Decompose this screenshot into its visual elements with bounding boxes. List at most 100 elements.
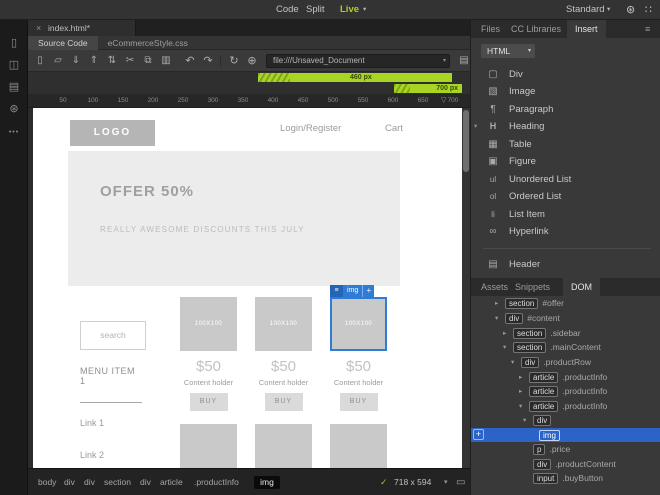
dom-node-p-price[interactable]: p .price <box>471 442 660 456</box>
add-element-icon[interactable]: + <box>362 285 375 297</box>
layers-icon[interactable]: ▤ <box>0 80 28 94</box>
search-input[interactable]: search <box>80 321 146 350</box>
dom-node-div[interactable]: ▾ div <box>471 413 660 427</box>
close-icon[interactable]: × <box>36 20 41 36</box>
tab-cc-libraries[interactable]: CC Libraries <box>511 20 561 38</box>
pages-icon[interactable]: ▯ <box>0 36 28 50</box>
insert-item-list-item[interactable]: li List Item <box>471 206 660 223</box>
workspace-dropdown[interactable]: Standard <box>566 0 605 20</box>
tag-article[interactable]: article <box>160 469 183 495</box>
media-query-triangle-icon[interactable]: ▽ <box>441 94 446 108</box>
chevron-right-icon[interactable]: ▾ <box>474 118 477 135</box>
window-size-value[interactable]: 718 x 594 <box>394 469 431 495</box>
lint-check-icon[interactable]: ✓ <box>380 469 388 495</box>
dom-node-article-productinfo[interactable]: ▸ article .productInfo <box>471 384 660 398</box>
product-image-placeholder[interactable] <box>255 424 312 468</box>
insert-item-table[interactable]: ▦ Table <box>471 136 660 153</box>
save-icon[interactable]: ⇓ <box>68 50 84 72</box>
tag-div[interactable]: div <box>140 469 151 495</box>
window-size-caret-icon[interactable]: ▾ <box>444 469 448 495</box>
view-mode-code[interactable]: Code <box>276 0 299 20</box>
live-view-canvas[interactable]: LOGO Login/Register Cart OFFER 50% REALL… <box>33 108 462 468</box>
dom-node-input-buybutton[interactable]: input .buyButton <box>471 471 660 485</box>
view-mode-split[interactable]: Split <box>306 0 324 20</box>
url-bar[interactable]: file:///Unsaved_Document ▾ <box>266 54 450 68</box>
sync-icon[interactable]: ⇅ <box>104 50 120 72</box>
tab-assets[interactable]: Assets <box>481 278 508 296</box>
scrollbar-thumb[interactable] <box>463 110 469 172</box>
more-tools-icon[interactable]: ••• <box>0 126 28 140</box>
insert-item-hyperlink[interactable]: ∞ Hyperlink <box>471 223 660 240</box>
tab-dom[interactable]: DOM <box>563 278 600 296</box>
page-logo[interactable]: LOGO <box>70 120 155 146</box>
product-image-placeholder[interactable] <box>180 424 237 468</box>
undo-icon[interactable]: ↶ <box>182 50 198 72</box>
offer-banner[interactable]: OFFER 50% REALLY AWESOME DISCOUNTS THIS … <box>68 151 400 286</box>
tag-body[interactable]: body <box>38 469 56 495</box>
tab-files[interactable]: Files <box>481 20 500 38</box>
chevron-down-icon[interactable]: ▾ <box>511 358 521 366</box>
workspace-grid-icon[interactable]: ∷ <box>645 0 652 20</box>
related-file-css[interactable]: eCommerceStyle.css <box>98 36 198 50</box>
live-mode-caret-icon[interactable]: ▾ <box>363 0 366 20</box>
product-image-placeholder[interactable]: 100X100 <box>180 297 237 351</box>
insert-item-ordered-list[interactable]: ol Ordered List <box>471 188 660 205</box>
chevron-right-icon[interactable]: ▸ <box>519 387 529 395</box>
insert-item-header[interactable]: ▤ Header <box>471 256 660 273</box>
add-element-icon[interactable]: + <box>473 429 484 440</box>
product-image-placeholder[interactable]: 100X100 <box>255 297 312 351</box>
selected-product-image[interactable]: 100X100 <box>330 297 387 351</box>
insert-item-div[interactable]: ▢ Div <box>471 66 660 83</box>
insert-item-image[interactable]: ▧ Image <box>471 83 660 100</box>
chevron-right-icon[interactable]: ▸ <box>519 373 529 381</box>
gear-icon[interactable]: ⊛ <box>626 0 635 20</box>
tab-index-html[interactable]: × index.html* <box>28 20 136 36</box>
dom-node-div-productrow[interactable]: ▾ div .productRow <box>471 355 660 369</box>
buy-button[interactable]: BUY <box>264 393 303 411</box>
tag-productinfo[interactable]: .productInfo <box>194 469 239 495</box>
insert-category-dropdown[interactable]: HTML ▾ <box>481 44 535 58</box>
insert-item-heading[interactable]: ▾ H Heading <box>471 118 660 135</box>
buy-button[interactable]: BUY <box>339 393 378 411</box>
dom-node-article-productinfo[interactable]: ▾ article .productInfo <box>471 399 660 413</box>
chevron-right-icon[interactable]: ▸ <box>495 299 505 307</box>
element-selection-label[interactable]: ≡ img + <box>330 285 375 297</box>
element-menu-icon[interactable]: ≡ <box>330 285 343 297</box>
sidebar-menu-title[interactable]: MENU ITEM 1 <box>80 366 142 403</box>
new-file-icon[interactable]: ▯ <box>32 50 48 72</box>
redo-icon[interactable]: ↷ <box>200 50 216 72</box>
dom-node-section-maincontent[interactable]: ▾ section .mainContent <box>471 340 660 354</box>
copy-icon[interactable]: ⧉ <box>140 50 156 72</box>
dom-node-section-offer[interactable]: ▸ section #offer <box>471 296 660 310</box>
dom-node-section-sidebar[interactable]: ▸ section .sidebar <box>471 326 660 340</box>
login-register-link[interactable]: Login/Register <box>280 123 341 134</box>
tag-img-selected[interactable]: img <box>254 476 280 489</box>
chevron-down-icon[interactable]: ▾ <box>503 343 513 351</box>
tag-div[interactable]: div <box>84 469 95 495</box>
tag-section[interactable]: section <box>104 469 131 495</box>
insert-item-figure[interactable]: ▣ Figure <box>471 153 660 170</box>
sidebar-link-2[interactable]: Link 2 <box>80 450 104 460</box>
tag-div[interactable]: div <box>64 469 75 495</box>
dom-node-article-productinfo[interactable]: ▸ article .productInfo <box>471 370 660 384</box>
preview-device-icon[interactable]: ▭ <box>456 469 465 495</box>
dom-node-img-selected[interactable]: img <box>471 428 660 442</box>
chevron-down-icon[interactable]: ▾ <box>519 402 529 410</box>
tab-insert[interactable]: Insert <box>567 20 606 38</box>
tab-snippets[interactable]: Snippets <box>515 278 550 296</box>
product-image-placeholder[interactable] <box>330 424 387 468</box>
panel-menu-icon[interactable]: ≡ <box>645 20 650 38</box>
dom-node-div-content[interactable]: ▾ div #content <box>471 311 660 325</box>
view-mode-live[interactable]: Live <box>340 0 359 20</box>
size-ruler-700[interactable]: 700 px <box>394 84 462 93</box>
settings-icon[interactable]: ⊛ <box>0 102 28 116</box>
open-folder-icon[interactable]: ▱ <box>50 50 66 72</box>
chevron-down-icon[interactable]: ▾ <box>523 416 533 424</box>
chevron-down-icon[interactable]: ▾ <box>495 314 505 322</box>
chevron-right-icon[interactable]: ▸ <box>503 329 513 337</box>
globe-icon[interactable]: ⊕ <box>244 50 260 72</box>
insert-item-unordered-list[interactable]: ul Unordered List <box>471 171 660 188</box>
buy-button[interactable]: BUY <box>189 393 228 411</box>
refresh-icon[interactable]: ↻ <box>226 50 242 72</box>
split-view-icon[interactable]: ◫ <box>0 58 28 72</box>
